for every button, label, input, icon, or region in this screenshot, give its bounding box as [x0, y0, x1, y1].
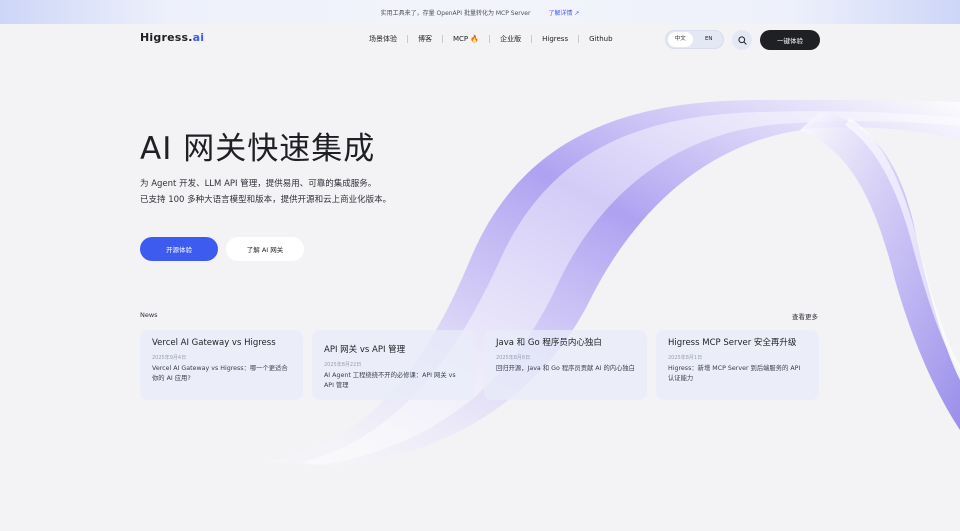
search-button[interactable]	[732, 30, 752, 50]
hero-ribbon-graphic	[265, 100, 960, 466]
news-card-date: 2025年8月22日	[324, 362, 362, 368]
nav-item-blog[interactable]: 博客	[408, 34, 442, 44]
news-more-link[interactable]: 查看更多	[792, 311, 818, 321]
news-card[interactable]: Higress MCP Server 安全再升级 2025年8月1日 Higre…	[656, 330, 819, 400]
search-icon	[737, 35, 747, 45]
nav-item-mcp[interactable]: MCP 🔥	[443, 35, 489, 43]
logo-accent-text: ai	[192, 31, 205, 44]
nav-item-higress[interactable]: Higress	[532, 35, 578, 43]
logo-text: Higress.	[140, 31, 193, 44]
one-click-try-button[interactable]: 一键体验	[760, 30, 820, 50]
nav-item-mcp-label: MCP	[453, 35, 469, 43]
news-card-title: API 网关 vs API 管理	[324, 345, 406, 355]
news-label: News	[140, 311, 158, 319]
news-card-date: 2025年9月4日	[152, 355, 187, 361]
news-card-title: Higress MCP Server 安全再升级	[668, 338, 797, 348]
news-card-date: 2025年8月1日	[668, 355, 703, 361]
hero-description: 为 Agent 开发、LLM API 管理，提供易用、可靠的集成服务。 已支持 …	[140, 176, 391, 208]
main-nav: 场景体验 博客 MCP 🔥 企业版 Higress Github	[369, 34, 623, 44]
nav-item-github[interactable]: Github	[579, 35, 622, 43]
banner-text: 实用工具来了，存量 OpenAPI 批量转化为 MCP Server	[380, 9, 531, 17]
news-card-date: 2025年8月8日	[496, 355, 531, 361]
open-source-try-button[interactable]: 开源体验	[140, 237, 218, 261]
hero-description-line: 为 Agent 开发、LLM API 管理，提供易用、可靠的集成服务。	[140, 179, 377, 189]
news-card[interactable]: API 网关 vs API 管理 2025年8月22日 AI Agent 工程绕…	[312, 330, 475, 400]
nav-item-scenarios[interactable]: 场景体验	[369, 34, 407, 44]
news-card-title: Vercel AI Gateway vs Higress	[152, 338, 276, 348]
news-card-list: Vercel AI Gateway vs Higress 2025年9月4日 V…	[140, 330, 820, 400]
lang-option-en[interactable]: EN	[697, 32, 722, 47]
banner-learn-more-link[interactable]: 了解详情 ↗	[548, 8, 579, 17]
site-header: Higress.ai 场景体验 博客 MCP 🔥 企业版 Higress Git…	[0, 24, 960, 56]
hero-description-line: 已支持 100 多种大语言模型和版本，提供开源和云上商业化版本。	[140, 195, 392, 205]
news-card-description: AI Agent 工程绕绕不开的必修课：API 网关 vs API 管理	[324, 372, 456, 389]
announcement-banner: 实用工具来了，存量 OpenAPI 批量转化为 MCP Server 了解详情 …	[0, 0, 960, 24]
language-switcher: 中文 EN	[665, 30, 724, 49]
news-card-title: Java 和 Go 程序员内心独白	[496, 338, 602, 348]
hero-title: AI 网关快速集成	[140, 131, 376, 167]
fire-icon: 🔥	[470, 35, 480, 43]
news-card-description: Vercel AI Gateway vs Higress：哪一个更适合你的 AI…	[152, 365, 288, 382]
nav-item-enterprise[interactable]: 企业版	[490, 34, 531, 44]
news-card[interactable]: Vercel AI Gateway vs Higress 2025年9月4日 V…	[140, 330, 303, 400]
higress-logo[interactable]: Higress.ai	[140, 31, 204, 44]
news-card-description: 回归开源，Java 和 Go 程序员贡献 AI 的内心独白	[496, 365, 635, 372]
lang-option-zh[interactable]: 中文	[668, 32, 693, 47]
learn-ai-gateway-button[interactable]: 了解 AI 网关	[226, 237, 304, 261]
news-card[interactable]: Java 和 Go 程序员内心独白 2025年8月8日 回归开源，Java 和 …	[484, 330, 647, 400]
news-card-description: Higress：新增 MCP Server 到后端服务的 API 认证能力	[668, 365, 801, 382]
